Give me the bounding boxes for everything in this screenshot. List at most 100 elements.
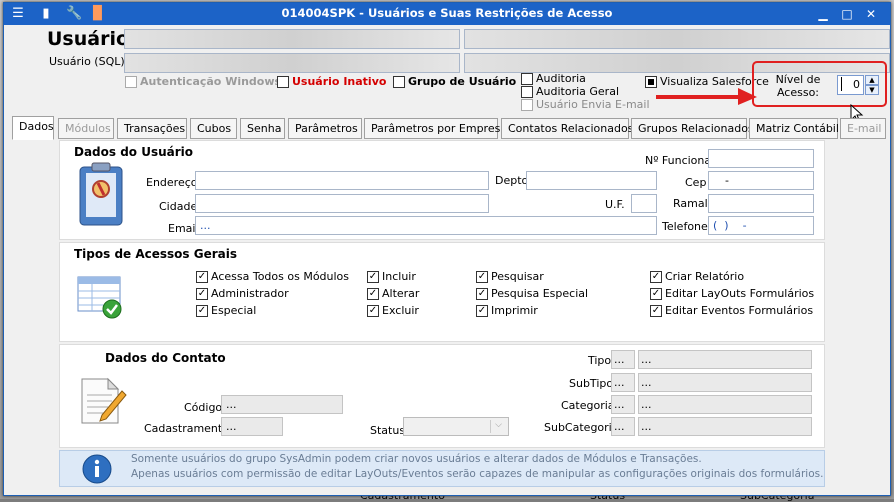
- usuario-inativo-checkbox[interactable]: Usuário Inativo: [277, 75, 386, 88]
- checkbox-box: [196, 304, 208, 317]
- usuario-sql-label: Usuário (SQL):: [49, 55, 129, 68]
- close-button[interactable]: ✕: [862, 6, 880, 22]
- autenticacao-windows-checkbox[interactable]: Autenticação Windows: [125, 75, 281, 88]
- checkbox-box: [476, 304, 488, 317]
- cep-input[interactable]: -: [708, 171, 814, 190]
- clipboard-user-icon: [79, 162, 123, 226]
- usuario-name-field[interactable]: [464, 29, 890, 49]
- cidade-label: Cidade: [159, 200, 198, 213]
- editar-layouts-checkbox[interactable]: Editar LayOuts Formulários: [650, 287, 814, 300]
- depto-input[interactable]: [526, 171, 657, 190]
- checkbox-box: [521, 72, 533, 85]
- tipos-acessos-title: Tipos de Acessos Gerais: [74, 247, 238, 261]
- dados-usuario-title: Dados do Usuário: [74, 145, 194, 159]
- endereco-label: Endereço: [146, 176, 198, 189]
- checkbox-box: [367, 270, 379, 283]
- administrador-checkbox[interactable]: Administrador: [196, 287, 289, 300]
- tab-modulos[interactable]: Módulos: [58, 118, 114, 139]
- telefone-label: Telefone: [662, 220, 708, 233]
- tab-parametros[interactable]: Parâmetros: [288, 118, 362, 139]
- checkbox-box: [650, 304, 662, 317]
- usuario-heading: Usuário: [47, 28, 130, 50]
- imprimir-checkbox[interactable]: Imprimir: [476, 304, 538, 317]
- checkbox-box: [650, 270, 662, 283]
- tab-transacoes[interactable]: Transações: [117, 118, 187, 139]
- acessa-todos-modulos-checkbox[interactable]: Acessa Todos os Módulos: [196, 270, 349, 283]
- ramal-label: Ramal: [673, 197, 708, 210]
- usuario-sql-field[interactable]: [124, 53, 460, 73]
- chevron-down-icon: ⌵: [490, 420, 506, 433]
- subtipo-desc[interactable]: ...: [638, 373, 812, 392]
- categoria-code[interactable]: ...: [611, 395, 635, 414]
- usuario-envia-email-checkbox[interactable]: Usuário Envia E-mail: [521, 98, 650, 111]
- checkbox-box: [521, 85, 533, 98]
- minimize-button[interactable]: ▁: [814, 6, 832, 22]
- cidade-input[interactable]: [195, 194, 489, 213]
- funcional-input[interactable]: [708, 149, 814, 168]
- auditoria-checkbox[interactable]: Auditoria: [521, 72, 586, 85]
- codigo-input[interactable]: ...: [221, 395, 343, 414]
- uf-input[interactable]: [631, 194, 657, 213]
- incluir-checkbox[interactable]: Incluir: [367, 270, 416, 283]
- depto-label: Depto: [495, 174, 529, 187]
- pesquisa-especial-checkbox[interactable]: Pesquisa Especial: [476, 287, 588, 300]
- telefone-input[interactable]: ( ) -: [708, 216, 814, 235]
- especial-checkbox[interactable]: Especial: [196, 304, 256, 317]
- tab-parametros-empresa[interactable]: Parâmetros por Empresa: [364, 118, 507, 139]
- checkbox-box: [650, 287, 662, 300]
- checkbox-box: [476, 287, 488, 300]
- alterar-checkbox[interactable]: Alterar: [367, 287, 419, 300]
- spin-down-button[interactable]: ▼: [865, 85, 879, 95]
- status-label: Status: [370, 424, 406, 437]
- grupo-usuario-checkbox[interactable]: Grupo de Usuário: [393, 75, 516, 88]
- cadastramento-label: Cadastramento: [144, 422, 229, 435]
- subtipo-code[interactable]: ...: [611, 373, 635, 392]
- endereco-input[interactable]: [195, 171, 489, 190]
- nivel-acesso-label: Nível de Acesso:: [775, 73, 821, 99]
- tipo-label: Tipo: [588, 354, 612, 367]
- ramal-input[interactable]: [708, 194, 814, 213]
- red-arrow-icon: [656, 88, 757, 105]
- document-pencil-icon: [81, 377, 127, 424]
- categoria-label: Categoria: [561, 399, 615, 412]
- cadastramento-input[interactable]: ...: [221, 417, 283, 436]
- subcategoria-desc[interactable]: ...: [638, 417, 812, 436]
- editar-eventos-checkbox[interactable]: Editar Eventos Formulários: [650, 304, 813, 317]
- subtipo-label: SubTipo: [569, 377, 614, 390]
- tab-email[interactable]: E-mail: [840, 118, 886, 139]
- tab-cubos[interactable]: Cubos: [190, 118, 237, 139]
- maximize-button[interactable]: □: [838, 6, 856, 22]
- codigo-label: Código: [184, 401, 223, 414]
- tipo-desc[interactable]: ...: [638, 350, 812, 369]
- checkbox-box: [277, 75, 289, 88]
- criar-relatorio-checkbox[interactable]: Criar Relatório: [650, 270, 744, 283]
- email-input[interactable]: ...: [195, 216, 657, 235]
- title-bar: ☰ ▮ 🔧 ▉ 014004SPK - Usuários e Suas Rest…: [4, 3, 890, 25]
- checkbox-box: [196, 270, 208, 283]
- spin-up-button[interactable]: ▲: [865, 75, 879, 85]
- checkbox-box: [521, 98, 533, 111]
- status-select[interactable]: ⌵: [403, 417, 509, 436]
- subcategoria-label: SubCategoria: [544, 421, 619, 434]
- tab-contatos-relacionados[interactable]: Contatos Relacionados: [501, 118, 633, 139]
- pesquisar-checkbox[interactable]: Pesquisar: [476, 270, 544, 283]
- categoria-desc[interactable]: ...: [638, 395, 812, 414]
- tab-matriz-contabil[interactable]: Matriz Contábil: [749, 118, 839, 139]
- window-title: 014004SPK - Usuários e Suas Restrições d…: [281, 6, 613, 20]
- uf-label: U.F.: [605, 198, 625, 211]
- usuario-field[interactable]: [124, 29, 460, 49]
- tab-dados[interactable]: Dados: [12, 116, 54, 140]
- subcategoria-code[interactable]: ...: [611, 417, 635, 436]
- checkbox-box: [393, 75, 405, 88]
- auditoria-geral-checkbox[interactable]: Auditoria Geral: [521, 85, 619, 98]
- cep-label: Cep: [685, 176, 707, 189]
- text-cursor: [841, 77, 842, 91]
- tab-grupos-relacionados[interactable]: Grupos Relacionados: [631, 118, 754, 139]
- tab-senha[interactable]: Senha: [240, 118, 285, 139]
- checkbox-box: [476, 270, 488, 283]
- email-label: Email: [168, 222, 199, 235]
- main-window: ☰ ▮ 🔧 ▉ 014004SPK - Usuários e Suas Rest…: [3, 2, 891, 496]
- info-line-2: Apenas usuários com permissão de editar …: [131, 468, 824, 480]
- excluir-checkbox[interactable]: Excluir: [367, 304, 419, 317]
- tipo-code[interactable]: ...: [611, 350, 635, 369]
